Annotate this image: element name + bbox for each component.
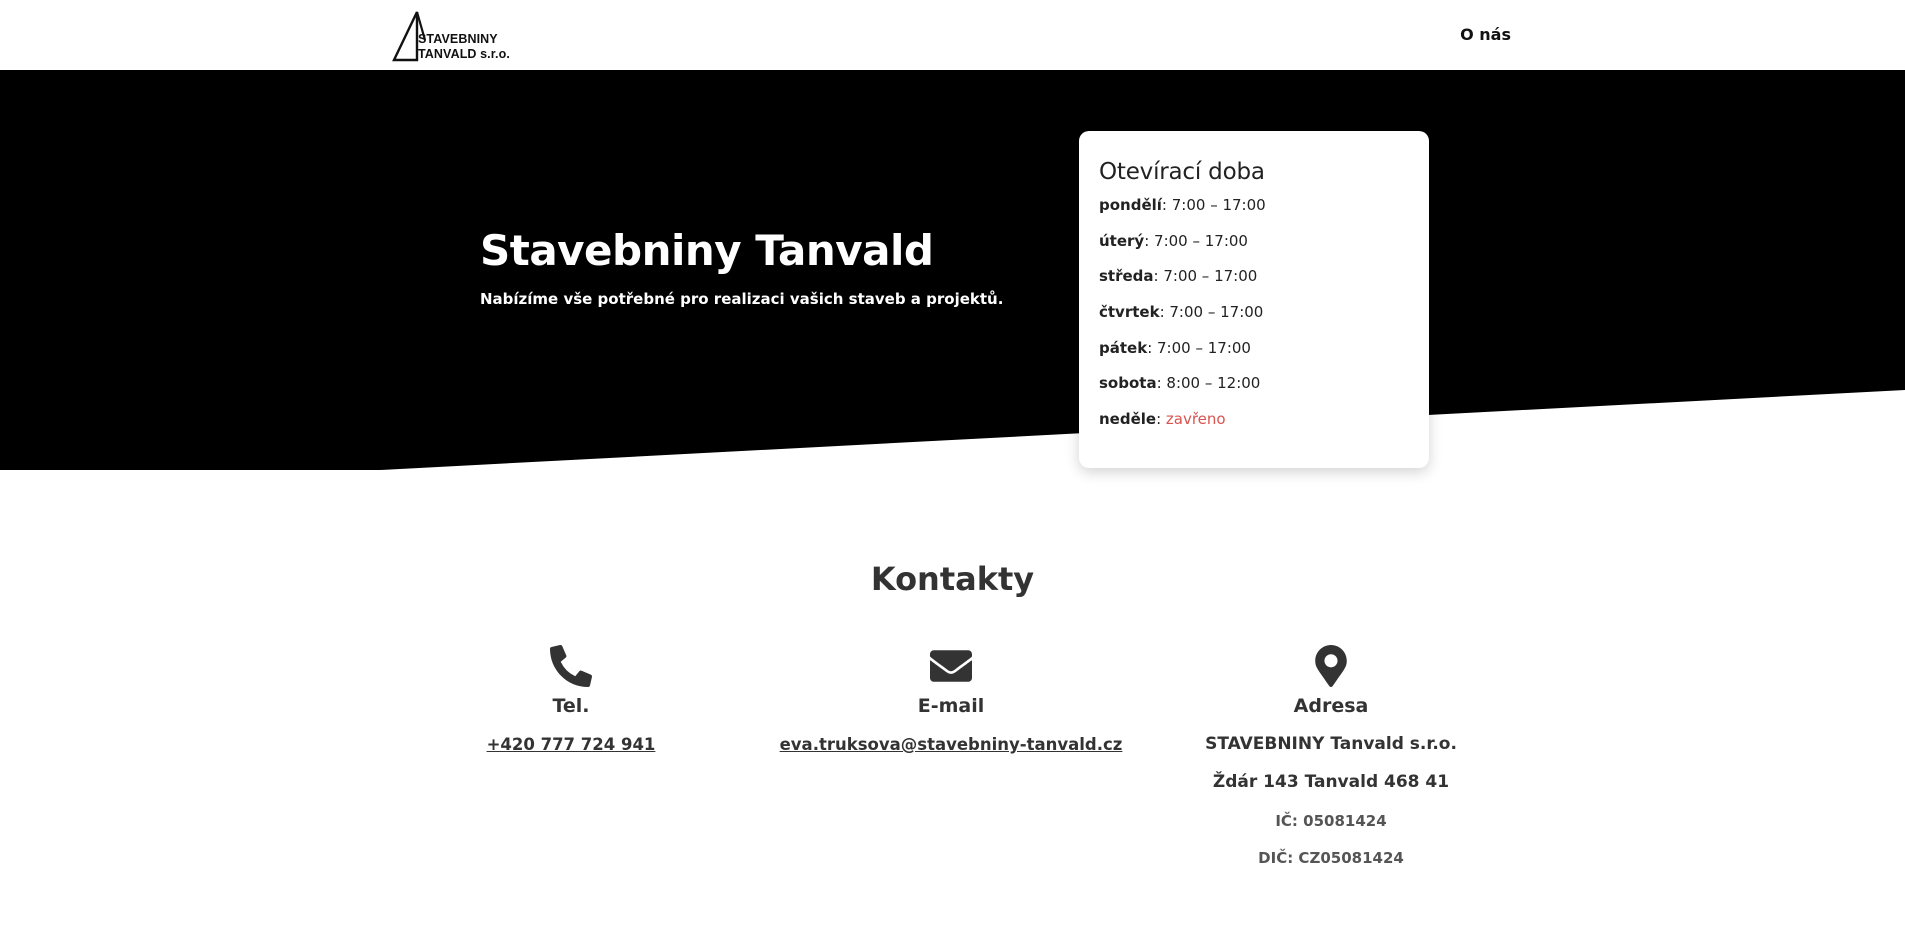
hero-section: Stavebniny Tanvald Nabízíme vše potřebné… xyxy=(0,70,1905,470)
map-pin-icon xyxy=(1315,645,1347,687)
site-logo[interactable]: STAVEBNINY TANVALD s.r.o. xyxy=(392,10,532,62)
opening-hours-card: Otevírací doba pondělí: 7:00 – 17:00 úte… xyxy=(1079,131,1429,468)
logo-line-2: TANVALD s.r.o. xyxy=(418,47,510,61)
hours-time: 7:00 – 17:00 xyxy=(1154,231,1248,250)
hours-row-friday: pátek: 7:00 – 17:00 xyxy=(1099,338,1251,357)
logo-text: STAVEBNINY TANVALD s.r.o. xyxy=(418,32,510,62)
envelope-icon xyxy=(930,650,972,682)
hours-closed-status: zavřeno xyxy=(1165,410,1226,429)
hours-time: 7:00 – 17:00 xyxy=(1169,303,1264,322)
hours-row-thursday: čtvrtek: 7:00 – 17:00 xyxy=(1099,303,1264,322)
hours-row-tuesday: úterý: 7:00 – 17:00 xyxy=(1099,231,1248,250)
address-dic: DIČ: CZ05081424 xyxy=(1258,849,1404,867)
site-header: STAVEBNINY TANVALD s.r.o. O nás xyxy=(0,0,1905,70)
contact-phone-label: Tel. xyxy=(552,695,590,717)
address-street: Ždár 143 Tanvald 468 41 xyxy=(1212,772,1450,792)
hours-time: 7:00 – 17:00 xyxy=(1163,267,1258,286)
hours-day: pondělí xyxy=(1099,196,1162,214)
contact-address: Adresa STAVEBNINY Tanvald s.r.o. Ždár 14… xyxy=(1141,645,1521,867)
contacts-title: Kontakty xyxy=(870,560,1035,598)
hours-day: pátek xyxy=(1099,338,1148,357)
hero-title: Stavebniny Tanvald xyxy=(480,226,934,275)
phone-icon xyxy=(550,645,592,687)
nav-link-about[interactable]: O nás xyxy=(1460,25,1511,44)
contact-phone: Tel. +420 777 724 941 xyxy=(381,645,761,754)
hours-row-wednesday: středa: 7:00 – 17:00 xyxy=(1099,267,1258,286)
hours-row-monday: pondělí: 7:00 – 17:00 xyxy=(1099,196,1266,214)
contact-address-label: Adresa xyxy=(1293,695,1369,717)
email-link[interactable]: eva.truksova@stavebniny-tanvald.cz xyxy=(780,735,1123,754)
hours-day: sobota xyxy=(1099,374,1157,393)
contact-email: E-mail eva.truksova@stavebniny-tanvald.c… xyxy=(761,645,1141,754)
opening-hours-title: Otevírací doba xyxy=(1099,159,1265,185)
hours-row-saturday: sobota: 8:00 – 12:00 xyxy=(1099,374,1261,393)
contact-email-label: E-mail xyxy=(917,695,985,717)
hours-time: 7:00 – 17:00 xyxy=(1157,338,1251,357)
hero-background xyxy=(0,70,1905,470)
hours-time: 7:00 – 17:00 xyxy=(1171,196,1266,214)
hours-time: 8:00 – 12:00 xyxy=(1166,374,1261,393)
hours-day: úterý xyxy=(1099,231,1145,250)
address-ic: IČ: 05081424 xyxy=(1275,812,1387,830)
phone-link[interactable]: +420 777 724 941 xyxy=(487,735,656,754)
logo-line-1: STAVEBNINY xyxy=(418,32,498,46)
hours-day: neděle xyxy=(1099,410,1157,429)
address-company: STAVEBNINY Tanvald s.r.o. xyxy=(1205,734,1457,754)
hours-row-sunday: neděle: zavřeno xyxy=(1099,410,1226,429)
hero-subtitle: Nabízíme vše potřebné pro realizaci vaši… xyxy=(480,290,1004,308)
hours-day: čtvrtek xyxy=(1099,303,1160,322)
hours-day: středa xyxy=(1099,267,1154,286)
